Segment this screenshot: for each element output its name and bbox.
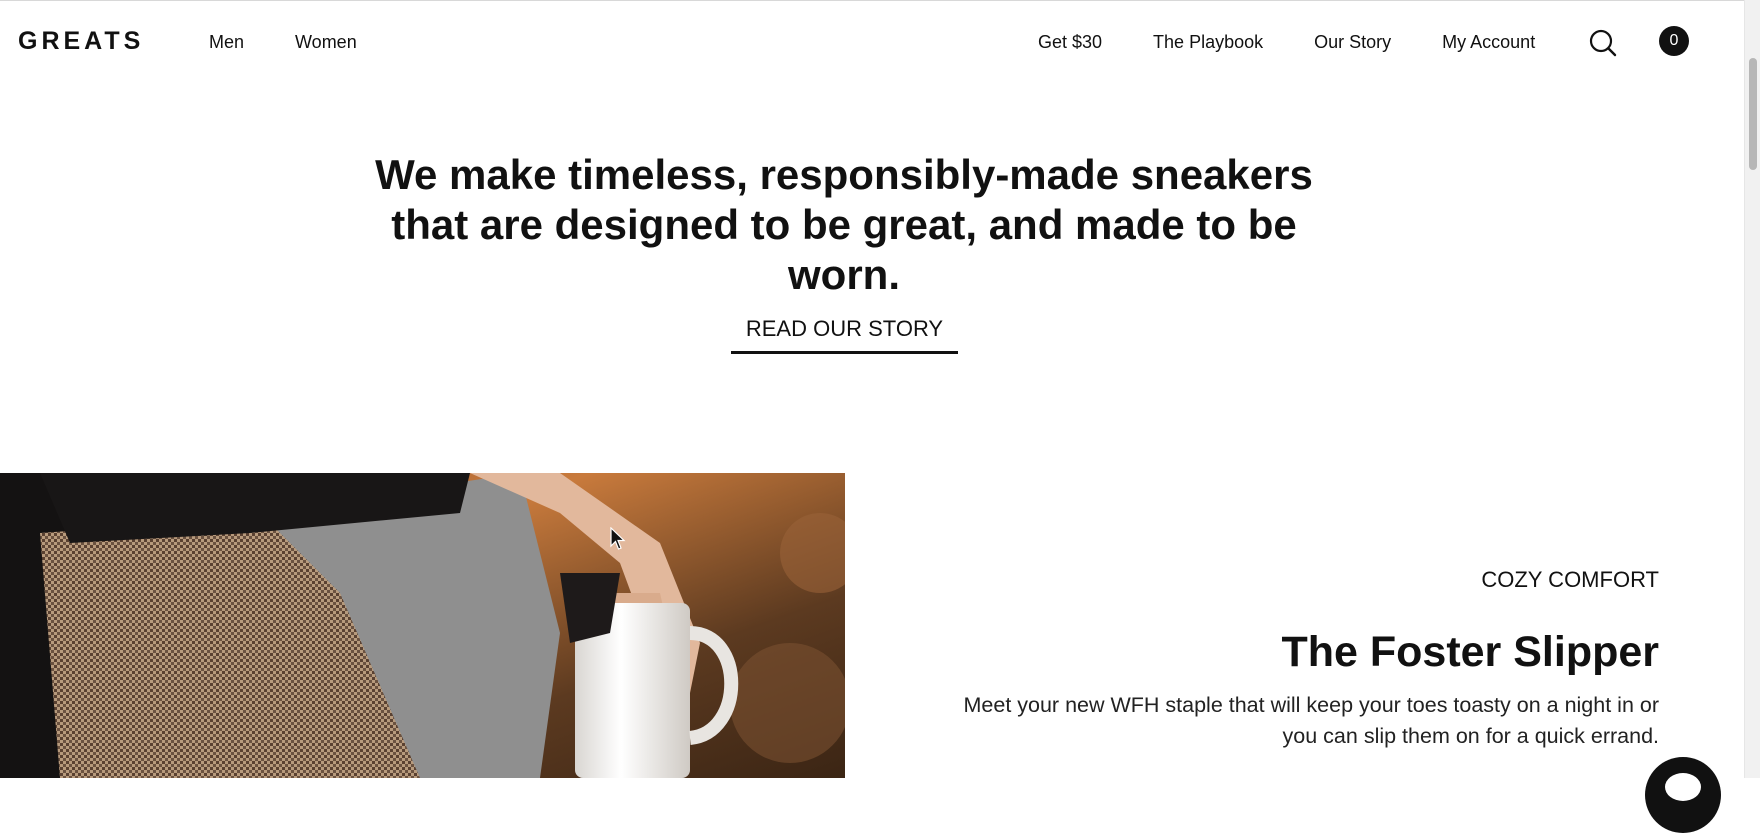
feature-description: Meet your new WFH staple that will keep … xyxy=(963,693,1660,748)
chat-icon xyxy=(1665,773,1701,801)
nav-our-story[interactable]: Our Story xyxy=(1314,32,1391,53)
search-button[interactable] xyxy=(1588,28,1618,58)
site-header: GREATS Men Women Get $30 The Playbook Ou… xyxy=(0,1,1744,81)
nav-the-playbook[interactable]: The Playbook xyxy=(1153,32,1263,53)
primary-nav: Men Women xyxy=(209,32,357,53)
hero-heading: We make timeless, responsibly-made sneak… xyxy=(375,151,1313,298)
cart-button[interactable]: 0 xyxy=(1659,26,1689,56)
nav-men[interactable]: Men xyxy=(209,32,244,53)
chat-button[interactable] xyxy=(1645,757,1721,833)
nav-my-account[interactable]: My Account xyxy=(1442,32,1535,53)
read-our-story-link[interactable]: READ OUR STORY xyxy=(731,316,958,354)
page-scrollbar[interactable] xyxy=(1744,0,1760,778)
secondary-nav: Get $30 The Playbook Our Story My Accoun… xyxy=(1038,32,1535,53)
foster-slipper-photo xyxy=(0,473,845,778)
feature-eyebrow: COZY COMFORT xyxy=(1481,567,1659,592)
brand-logo[interactable]: GREATS xyxy=(18,27,144,56)
feature-title: The Foster Slipper xyxy=(1281,628,1659,676)
nav-get-30[interactable]: Get $30 xyxy=(1038,32,1102,53)
cart-count: 0 xyxy=(1669,32,1679,49)
nav-women[interactable]: Women xyxy=(295,32,357,53)
search-icon xyxy=(1589,29,1617,57)
scrollbar-thumb[interactable] xyxy=(1749,58,1757,170)
